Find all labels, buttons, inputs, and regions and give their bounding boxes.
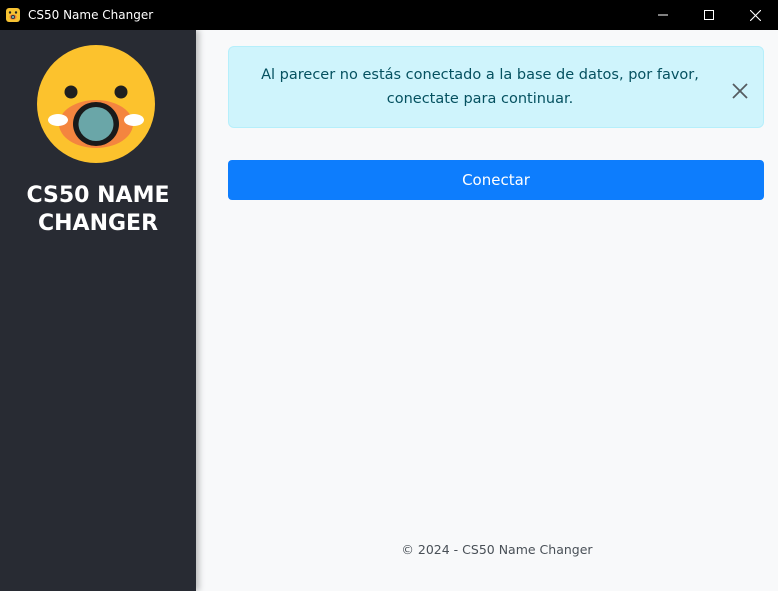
close-icon[interactable] xyxy=(731,82,749,100)
maximize-icon xyxy=(704,10,714,20)
app-name-heading: CS50 NAME CHANGER xyxy=(0,182,196,238)
connection-alert: Al parecer no estás conectado a la base … xyxy=(228,46,764,128)
app-window: CS50 Name Changer CS50 NAME CHANGER Al p… xyxy=(0,0,778,591)
app-name-line-1: CS50 NAME xyxy=(26,183,170,208)
title-bar[interactable]: CS50 Name Changer xyxy=(0,0,778,30)
maximize-button[interactable] xyxy=(686,0,732,30)
alert-message: Al parecer no estás conectado a la base … xyxy=(261,67,699,107)
screaming-face-icon xyxy=(5,7,21,23)
main-content: Al parecer no estás conectado a la base … xyxy=(196,30,778,591)
app-name-line-2: CHANGER xyxy=(37,211,159,236)
footer-copyright: © 2024 - CS50 Name Changer xyxy=(401,542,593,557)
screaming-face-icon xyxy=(37,45,155,163)
close-window-button[interactable] xyxy=(732,0,778,30)
minimize-button[interactable] xyxy=(640,0,686,30)
connect-button[interactable]: Conectar xyxy=(228,160,764,200)
window-controls xyxy=(640,0,778,30)
close-icon xyxy=(749,9,761,21)
window-title: CS50 Name Changer xyxy=(28,8,154,22)
sidebar: CS50 NAME CHANGER xyxy=(0,30,196,591)
minimize-icon xyxy=(658,14,668,16)
